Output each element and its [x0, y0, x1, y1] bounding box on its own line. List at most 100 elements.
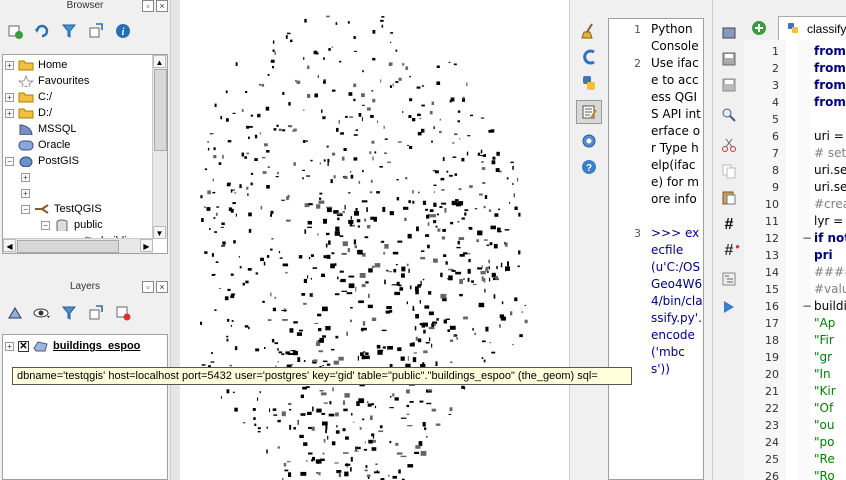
tree-item-d-drive[interactable]: + D:/	[5, 105, 52, 121]
fold-marker[interactable]: −	[802, 230, 812, 247]
code-line[interactable]: 4 from	[744, 94, 846, 111]
clear-console-broom-icon[interactable]	[580, 22, 598, 40]
browser-vertical-scrollbar[interactable]: ▲ ▼	[152, 55, 167, 239]
code-line[interactable]: 10 #crea	[744, 196, 846, 213]
uncomment-hash-icon[interactable]: # ●	[720, 242, 740, 260]
save-icon[interactable]	[720, 50, 738, 68]
scroll-down-arrow-icon[interactable]: ▼	[153, 226, 166, 239]
code-line[interactable]: 19 "gr	[744, 349, 846, 366]
map-canvas[interactable]	[180, 0, 569, 480]
float-panel-button[interactable]: ▫	[142, 281, 154, 293]
scroll-right-arrow-icon[interactable]: ▶	[140, 239, 153, 252]
building-footprint	[335, 22, 338, 25]
scroll-up-arrow-icon[interactable]: ▲	[153, 55, 166, 68]
fold-marker[interactable]: −	[802, 298, 812, 315]
console-output[interactable]: 1 Python Console 2 Use iface to access Q…	[608, 18, 704, 480]
code-line[interactable]: 14 ####	[744, 264, 846, 281]
code-line[interactable]: 9 uri.se	[744, 179, 846, 196]
collapse-icon[interactable]: −	[21, 204, 30, 214]
cut-scissors-icon[interactable]	[720, 136, 738, 154]
paste-icon[interactable]	[720, 188, 738, 206]
tree-item-postgis[interactable]: − PostGIS	[5, 153, 79, 169]
code-line[interactable]: 23 "ou	[744, 417, 846, 434]
collapse-all-icon[interactable]	[87, 22, 105, 40]
code-line[interactable]: 7 # set	[744, 145, 846, 162]
show-editor-button[interactable]	[576, 100, 602, 124]
code-line[interactable]: 8 uri.se	[744, 162, 846, 179]
tree-item-connection[interactable]: +	[21, 169, 34, 185]
save-as-icon[interactable]	[720, 76, 738, 94]
run-command-python-icon[interactable]	[580, 74, 598, 92]
open-file-icon[interactable]	[720, 24, 738, 42]
refresh-icon[interactable]	[33, 22, 51, 40]
collapse-icon[interactable]: −	[41, 220, 50, 230]
code-line[interactable]: 12 −if not	[744, 230, 846, 247]
import-class-icon[interactable]	[580, 48, 598, 66]
expand-icon[interactable]: +	[5, 92, 14, 102]
code-line[interactable]: 1 from	[744, 43, 846, 60]
building-footprint	[349, 223, 353, 227]
expand-icon[interactable]: +	[21, 188, 30, 198]
browser-horizontal-scrollbar[interactable]: ◀ ▶	[3, 238, 153, 253]
code-line[interactable]: 15 #valu	[744, 281, 846, 298]
code-line[interactable]: 25 "Re	[744, 451, 846, 468]
code-line[interactable]: 21 "Kir	[744, 383, 846, 400]
tree-item-home[interactable]: + Home	[5, 57, 67, 73]
editor-tab[interactable]: classify.	[778, 16, 846, 40]
settings-gear-icon[interactable]	[580, 132, 598, 150]
expand-icon[interactable]: +	[21, 172, 30, 182]
find-magnifier-icon[interactable]	[720, 106, 738, 124]
tree-item-oracle[interactable]: Oracle	[5, 137, 70, 153]
filter-icon[interactable]	[60, 22, 78, 40]
code-line[interactable]: 24 "po	[744, 434, 846, 451]
code-line[interactable]: 22 "Of	[744, 400, 846, 417]
code-text: #valu	[814, 282, 846, 296]
building-footprint	[337, 217, 340, 221]
code-line[interactable]: 18 "Fir	[744, 332, 846, 349]
style-icon[interactable]	[6, 304, 24, 322]
tree-item-c-drive[interactable]: + C:/	[5, 89, 52, 105]
layer-item[interactable]: + ✕ buildings_espoo	[5, 338, 140, 354]
layer-visibility-checkbox[interactable]: ✕	[18, 340, 29, 352]
tree-item-favourites[interactable]: Favourites	[5, 73, 89, 89]
code-line[interactable]: 3 from	[744, 77, 846, 94]
new-tab-plus-icon[interactable]	[750, 19, 768, 37]
building-footprint	[220, 226, 224, 228]
code-editor[interactable]: 1 from 2 from 3 from 4 from 5 6 uri = 7 # set 8 uri.se…	[744, 40, 846, 480]
close-panel-button[interactable]: ×	[156, 281, 168, 293]
tree-item-public-schema[interactable]: − public	[41, 217, 103, 233]
add-layer-icon[interactable]	[6, 22, 24, 40]
code-line[interactable]: 11 lyr =	[744, 213, 846, 230]
code-line[interactable]: 13 pri	[744, 247, 846, 264]
code-line[interactable]: 6 uri =	[744, 128, 846, 145]
filter-legend-icon[interactable]	[60, 304, 78, 322]
building-footprint	[479, 193, 483, 196]
tree-item-testqgis[interactable]: − TestQGIS	[21, 201, 102, 217]
scroll-thumb[interactable]	[154, 69, 167, 151]
expand-icon[interactable]: +	[5, 60, 14, 70]
code-line[interactable]: 16 − buildi	[744, 298, 846, 315]
scroll-left-arrow-icon[interactable]: ◀	[3, 239, 16, 252]
float-panel-button[interactable]: ▫	[142, 0, 154, 12]
tree-item-connection[interactable]: +	[21, 185, 34, 201]
scroll-thumb[interactable]	[17, 240, 119, 253]
remove-layer-icon[interactable]	[114, 304, 132, 322]
code-line[interactable]: 26 "Ro	[744, 468, 846, 480]
info-icon[interactable]: i	[114, 22, 132, 40]
run-script-icon[interactable]	[720, 298, 738, 316]
help-icon[interactable]: ?	[580, 158, 598, 176]
tree-item-mssql[interactable]: MSSQL	[5, 121, 77, 137]
code-line[interactable]: 17 "Ap	[744, 315, 846, 332]
expand-all-icon[interactable]	[87, 304, 105, 322]
expand-icon[interactable]: +	[5, 341, 14, 351]
collapse-icon[interactable]: −	[5, 156, 14, 166]
copy-icon[interactable]	[720, 162, 738, 180]
code-line[interactable]: 20 "In	[744, 366, 846, 383]
comment-hash-icon[interactable]: #	[720, 216, 738, 234]
close-panel-button[interactable]: ×	[156, 0, 168, 12]
object-inspector-icon[interactable]	[720, 270, 738, 288]
code-line[interactable]: 5	[744, 111, 846, 128]
visibility-eye-icon[interactable]	[33, 304, 51, 322]
code-line[interactable]: 2 from	[744, 60, 846, 77]
expand-icon[interactable]: +	[5, 108, 14, 118]
